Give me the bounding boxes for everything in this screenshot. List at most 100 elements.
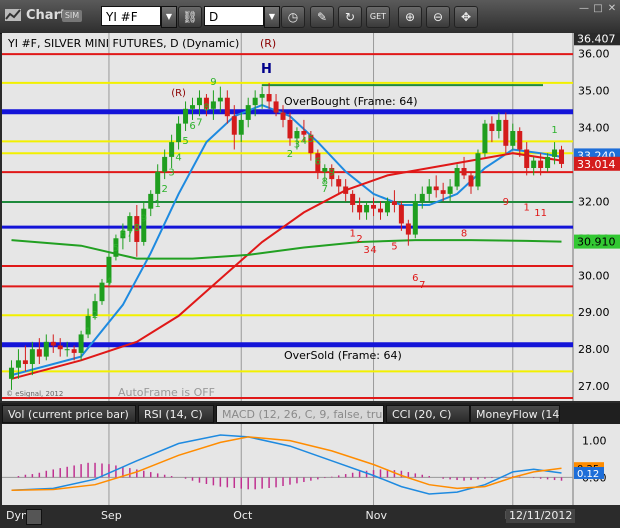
candle-body xyxy=(482,123,488,154)
count-marker: 7 xyxy=(196,117,202,128)
candle-body xyxy=(252,97,258,106)
candle-body xyxy=(190,105,196,109)
chart-app-icon xyxy=(4,6,22,26)
title-bar: Chart SIM YI #F ▼ ⛓ D ▼ ◷ ✎ ↻ GET ⊕ ⊖ ✥ … xyxy=(0,0,620,34)
price-tag-label: 33.014 xyxy=(577,158,616,171)
count-marker: 3 xyxy=(294,140,300,151)
count-marker: 4 xyxy=(106,276,112,287)
indicator-tab[interactable]: CCI (20, C) xyxy=(386,405,470,423)
count-marker: 5 xyxy=(113,243,119,254)
candle-body xyxy=(224,97,230,117)
indicator-tab[interactable]: Vol (current price bar) xyxy=(2,405,136,423)
candle-body xyxy=(183,108,189,124)
candle-body xyxy=(412,201,418,235)
price-tick-label: 32.00 xyxy=(578,195,610,208)
macd-price-tag: 0.12 xyxy=(574,466,604,480)
candle-body xyxy=(364,204,370,213)
candle-body xyxy=(384,201,390,213)
scroll-button[interactable] xyxy=(26,509,42,525)
candle-body xyxy=(78,334,84,353)
count-marker: 7 xyxy=(419,280,425,291)
link-icon[interactable]: ⛓ xyxy=(178,6,202,28)
copyright-label: © eSignal, 2012 xyxy=(6,390,63,398)
price-tick-label: 29.00 xyxy=(578,306,610,319)
candle-body xyxy=(489,123,495,132)
candle-body xyxy=(64,349,70,351)
zoom-in-icon[interactable]: ⊕ xyxy=(398,6,422,28)
candle-body xyxy=(238,119,244,135)
indicator-tab[interactable]: RSI (14, C) xyxy=(138,405,214,423)
candle-body xyxy=(391,201,397,205)
candle-body xyxy=(259,94,265,98)
candle-body xyxy=(559,149,565,164)
count-marker: 5 xyxy=(308,134,314,145)
symbol-input[interactable]: YI #F xyxy=(101,6,161,26)
count-marker: 11 xyxy=(534,208,547,219)
count-marker: 8 xyxy=(134,223,140,234)
price-tag: 33.014 xyxy=(574,156,620,171)
cycle-icon[interactable]: ↻ xyxy=(338,6,362,28)
candle-body xyxy=(398,204,404,224)
candle-body xyxy=(245,105,251,120)
candle-body xyxy=(22,360,28,365)
candle-body xyxy=(266,94,272,102)
candle-body xyxy=(447,186,453,194)
clock-icon[interactable]: ◷ xyxy=(281,6,305,28)
chart-title: YI #F, SILVER MINI FUTURES, D (Dynamic) xyxy=(7,37,239,50)
candle-body xyxy=(496,119,502,132)
candle-body xyxy=(99,282,105,302)
count-marker: 4 xyxy=(175,153,181,164)
candle-body xyxy=(350,193,356,205)
macd-tag-label: 0.12 xyxy=(577,469,599,480)
price-tick-label: 36.00 xyxy=(578,47,610,60)
candle-body xyxy=(280,112,286,120)
symbol-dropdown-button[interactable]: ▼ xyxy=(161,6,177,28)
candle-body xyxy=(377,208,383,213)
price-chart[interactable]: 123456 78942156 789(R)23 4 56789123 4 56789111… xyxy=(0,33,620,403)
interval-dropdown-button[interactable]: ▼ xyxy=(264,6,280,28)
price-tick-label: 30.00 xyxy=(578,269,610,282)
autoframe-label: AutoFrame is OFF xyxy=(118,386,215,399)
candle-body xyxy=(169,142,175,157)
count-marker: 5 xyxy=(391,241,397,252)
footer-bar: Dyn SepOctNovDec12/11/2012 xyxy=(0,505,620,528)
candle-body xyxy=(43,341,49,357)
indicator-tab[interactable]: MACD (12, 26, C, 9, false, true) xyxy=(216,405,384,423)
pencil-icon[interactable]: ✎ xyxy=(310,6,334,28)
close-button[interactable]: ✕ xyxy=(606,3,618,15)
candle-body xyxy=(210,101,216,109)
h-marker: H xyxy=(261,62,272,77)
macd-chart[interactable]: 1.000.000.250.12 xyxy=(0,424,620,505)
candle-body xyxy=(552,149,558,157)
price-tick-label: 34.00 xyxy=(578,121,610,134)
title-marker: (R) xyxy=(260,37,276,50)
candle-body xyxy=(545,156,551,168)
count-marker: 3 xyxy=(363,245,369,256)
current-date-label: 12/11/2012 xyxy=(506,509,576,523)
candle-body xyxy=(15,360,21,368)
minimize-button[interactable]: — xyxy=(578,3,590,15)
candle-body xyxy=(426,186,432,194)
dyn-label: Dyn xyxy=(6,509,28,522)
zoom-out-icon[interactable]: ⊖ xyxy=(426,6,450,28)
candle-body xyxy=(287,119,293,139)
overbought-label: OverBought (Frame: 64) xyxy=(284,95,418,108)
indicator-tabs: Vol (current price bar) RSI (14, C) MACD (… xyxy=(0,403,620,424)
app-title: Chart xyxy=(26,8,67,23)
pushpin-icon[interactable]: ✥ xyxy=(454,6,478,28)
count-marker: 6 xyxy=(412,273,418,284)
interval-input[interactable]: D xyxy=(204,6,264,26)
count-marker: 4 xyxy=(301,136,307,147)
get-icon[interactable]: GET xyxy=(366,6,390,28)
candle-body xyxy=(322,167,328,172)
candle-body xyxy=(57,345,63,350)
indicator-tab[interactable]: MoneyFlow (14) xyxy=(470,405,560,423)
count-marker: 1 xyxy=(349,228,355,239)
candle-body xyxy=(371,204,377,209)
maximize-button[interactable]: □ xyxy=(592,3,604,15)
candle-body xyxy=(294,131,300,139)
count-marker: 1 xyxy=(155,199,161,210)
candle-body xyxy=(524,149,530,168)
count-marker: 6 xyxy=(120,228,126,239)
candle-body xyxy=(176,123,182,143)
